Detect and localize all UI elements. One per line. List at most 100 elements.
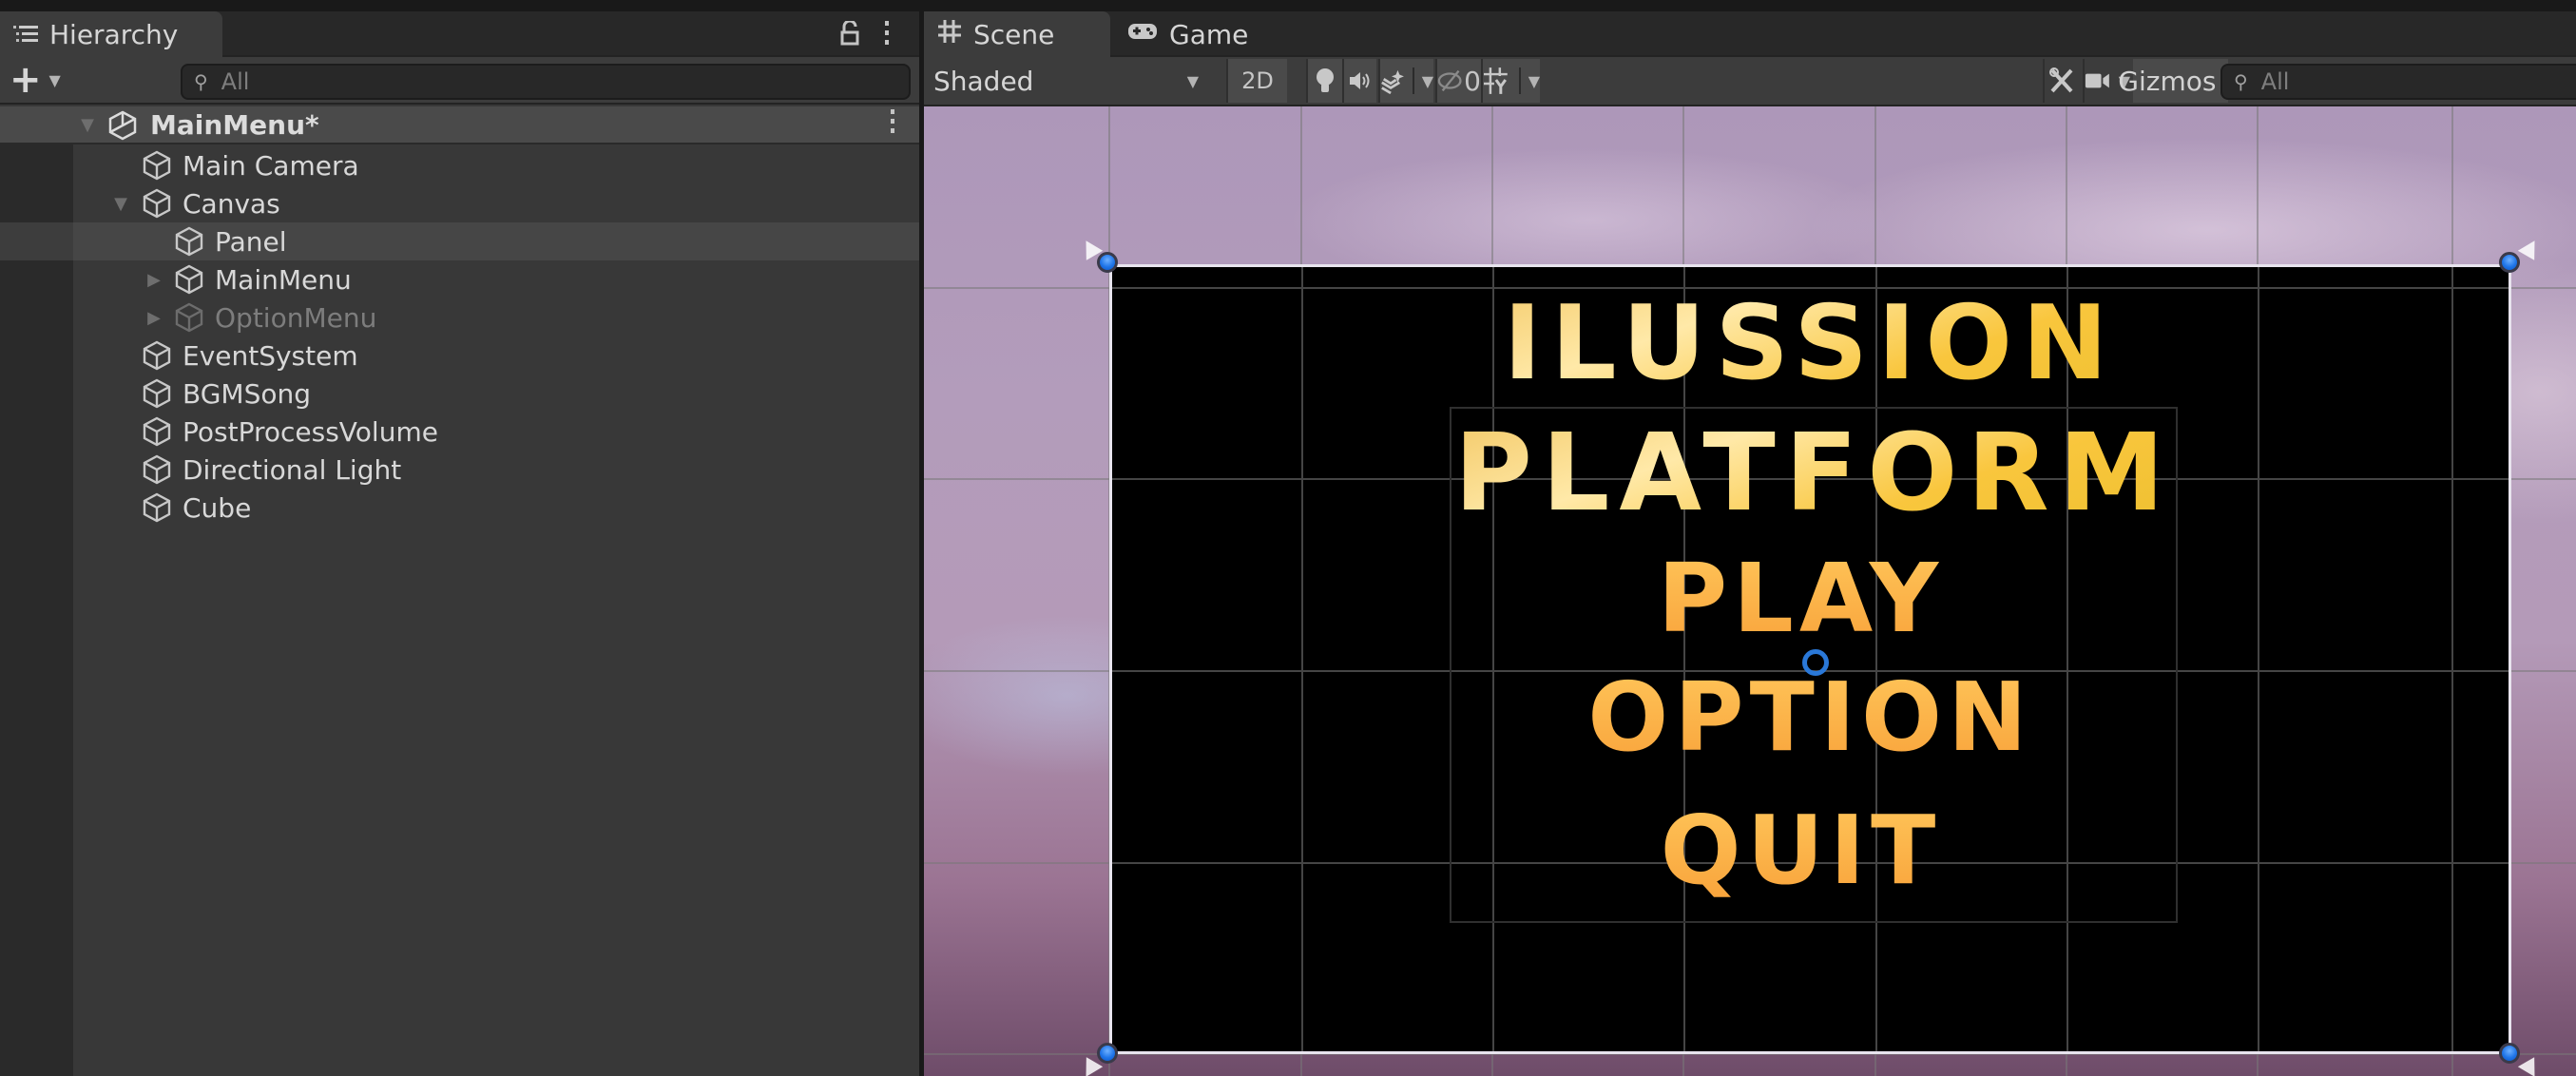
- lighting-toggle[interactable]: [1306, 59, 1342, 103]
- quit-button-text[interactable]: QUIT: [1103, 795, 2499, 906]
- tab-scene[interactable]: Scene: [924, 11, 1110, 57]
- title-line-1: ILUSSION: [1112, 284, 2509, 403]
- list-icon: [13, 22, 38, 47]
- gamepad-icon: [1127, 20, 1158, 48]
- item-label: MainMenu: [215, 263, 352, 296]
- hierarchy-toolbar: + ▼ ⚲ All: [0, 57, 919, 105]
- kebab-menu-icon[interactable]: [875, 17, 899, 49]
- play-button-text[interactable]: PLAY: [1103, 543, 2499, 654]
- gameobject-cube-icon: [141, 187, 173, 220]
- shading-mode-dropdown[interactable]: Shaded ▼: [924, 59, 1214, 103]
- scene-name: MainMenu*: [150, 108, 319, 141]
- grid-icon: [937, 19, 962, 50]
- gameobject-cube-icon: [141, 491, 173, 524]
- audio-toggle[interactable]: [1342, 59, 1376, 103]
- scene-search-input[interactable]: ⚲ All: [2220, 64, 2576, 100]
- hierarchy-item-eventsystem[interactable]: EventSystem: [0, 336, 919, 375]
- hierarchy-item-bgmsong[interactable]: BGMSong: [0, 375, 919, 413]
- toggle-2d-button[interactable]: 2D: [1226, 59, 1287, 103]
- expand-arrow-icon[interactable]: ▶: [144, 270, 163, 290]
- title-line-2: PLATFORM: [1112, 412, 2509, 535]
- lightbulb-icon: [1317, 68, 1334, 92]
- scene-panel: Scene Game Shaded ▼ 2D ▼ 0 ▼ ▼ Gizmos ⚲ …: [924, 11, 2576, 1076]
- item-label: Cube: [183, 491, 252, 524]
- plus-icon: +: [10, 58, 42, 102]
- gameobject-cube-icon: [141, 377, 173, 410]
- lock-icon[interactable]: [836, 17, 863, 49]
- hierarchy-item-main-camera[interactable]: Main Camera: [0, 146, 919, 184]
- camera-icon: [2085, 73, 2109, 88]
- hierarchy-tree: ▼ MainMenu* Main Camera ▼ Canvas Panel ▶…: [0, 106, 919, 1076]
- search-placeholder: All: [2260, 68, 2290, 95]
- hierarchy-item-cube[interactable]: Cube: [0, 489, 919, 527]
- gameobject-cube-icon: [141, 415, 173, 448]
- tab-game-label: Game: [1169, 18, 1249, 50]
- search-placeholder: All: [221, 68, 250, 95]
- expand-arrow-icon[interactable]: ▼: [111, 194, 130, 214]
- selected-gutter: [0, 222, 73, 260]
- eye-slash-icon: [1437, 69, 1462, 92]
- hierarchy-panel: Hierarchy + ▼ ⚲ All ▼ MainMenu* Main Cam…: [0, 11, 919, 1076]
- gameobject-cube-icon: [141, 149, 173, 182]
- scene-menu-icon[interactable]: [889, 108, 896, 142]
- item-label: Main Camera: [183, 149, 359, 182]
- ui-panel-rect[interactable]: ILUSSION PLATFORM PLAY OPTION QUIT: [1109, 264, 2511, 1054]
- hierarchy-item-optionmenu[interactable]: ▶ OptionMenu: [0, 298, 919, 336]
- pivot-handle[interactable]: [1802, 649, 1829, 676]
- grid-snap-icon: [1483, 67, 1508, 94]
- resize-handle-bottom-left[interactable]: [1097, 1043, 1118, 1064]
- resize-handle-top-right[interactable]: [2499, 252, 2520, 273]
- item-label: OptionMenu: [215, 301, 377, 334]
- gameobject-cube-icon: [173, 301, 205, 334]
- tools-icon: [2049, 67, 2073, 93]
- effects-toggle[interactable]: ▼: [1378, 59, 1433, 103]
- scene-toolbar: Shaded ▼ 2D ▼ 0 ▼ ▼ Gizmos ⚲ All: [924, 57, 2576, 106]
- item-label: PostProcessVolume: [183, 415, 438, 448]
- speaker-icon: [1350, 72, 1370, 89]
- tools-button[interactable]: [2043, 59, 2079, 103]
- toggle-2d-label: 2D: [1241, 67, 1274, 94]
- tab-hierarchy-label: Hierarchy: [49, 18, 179, 50]
- item-label: Canvas: [183, 187, 280, 220]
- resize-handle-bottom-right[interactable]: [2499, 1043, 2520, 1064]
- item-label: Panel: [215, 225, 287, 258]
- chevron-down-icon[interactable]: ▼: [1528, 72, 1540, 90]
- item-label: BGMSong: [183, 377, 311, 410]
- gameobject-cube-icon: [173, 225, 205, 258]
- tab-scene-label: Scene: [973, 18, 1055, 50]
- anchor-bottom-right-icon[interactable]: [2517, 1057, 2544, 1076]
- gameobject-cube-icon: [141, 453, 173, 486]
- tab-game[interactable]: Game: [1114, 11, 1276, 57]
- chevron-down-icon[interactable]: ▼: [1422, 72, 1433, 90]
- hierarchy-item-directional-light[interactable]: Directional Light: [0, 451, 919, 489]
- item-label: Directional Light: [183, 453, 402, 486]
- resize-handle-top-left[interactable]: [1097, 252, 1118, 273]
- search-icon: ⚲: [194, 70, 208, 93]
- hierarchy-search-input[interactable]: ⚲ All: [181, 64, 911, 100]
- shading-mode-value: Shaded: [933, 65, 1034, 97]
- divider: [1412, 67, 1414, 94]
- gameobject-cube-icon: [141, 339, 173, 372]
- anchor-top-right-icon[interactable]: [2517, 236, 2544, 260]
- tab-hierarchy[interactable]: Hierarchy: [0, 11, 222, 57]
- hierarchy-tab-bar: Hierarchy: [0, 11, 919, 57]
- grid-snap-toggle[interactable]: ▼: [1481, 59, 1540, 103]
- option-button-text[interactable]: OPTION: [1112, 662, 2509, 773]
- hierarchy-item-panel[interactable]: Panel: [0, 222, 919, 260]
- expand-arrow-icon[interactable]: ▶: [144, 308, 163, 328]
- hidden-objects-toggle[interactable]: 0: [1435, 59, 1481, 103]
- hierarchy-item-postprocessvolume[interactable]: PostProcessVolume: [0, 413, 919, 451]
- item-label: EventSystem: [183, 339, 358, 372]
- chevron-down-icon: ▼: [48, 70, 61, 89]
- hidden-objects-count: 0: [1464, 65, 1481, 97]
- scene-row[interactable]: ▼ MainMenu*: [0, 106, 919, 144]
- scene-viewport[interactable]: ILUSSION PLATFORM PLAY OPTION QUIT: [924, 106, 2576, 1076]
- unity-logo-icon: [106, 109, 139, 142]
- scene-tab-bar: Scene Game: [924, 11, 2576, 57]
- search-icon: ⚲: [2234, 70, 2248, 93]
- expand-arrow-icon[interactable]: ▼: [78, 115, 97, 135]
- create-button[interactable]: + ▼: [10, 58, 76, 102]
- hierarchy-item-mainmenu[interactable]: ▶ MainMenu: [0, 260, 919, 298]
- gizmos-dropdown[interactable]: Gizmos ▼: [2118, 59, 2243, 103]
- hierarchy-item-canvas[interactable]: ▼ Canvas: [0, 184, 919, 222]
